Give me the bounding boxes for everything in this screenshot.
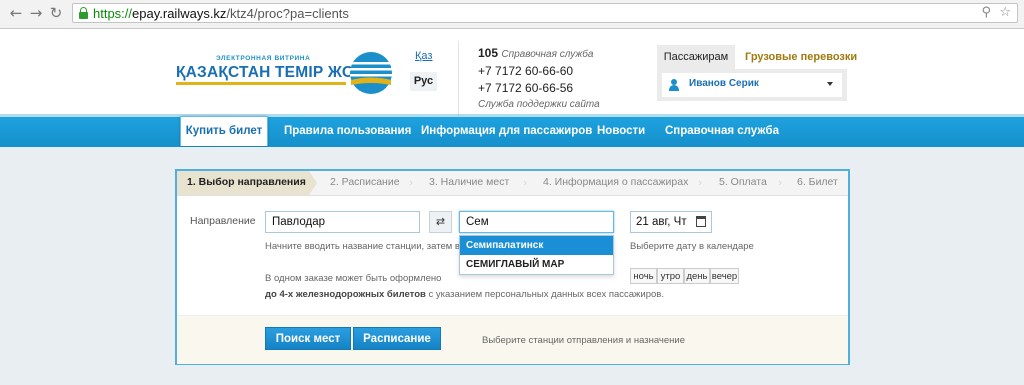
step-1-active: 1. Выбор направления [177, 171, 309, 195]
language-rus-button[interactable]: Рус [410, 72, 437, 91]
tab-cargo[interactable]: Грузовые перевозки [745, 45, 857, 69]
direction-label: Направление [190, 215, 256, 227]
schedule-button[interactable]: Расписание [353, 327, 441, 350]
zoom-icon[interactable]: ⚲ [981, 5, 991, 20]
time-day-button[interactable]: день [684, 268, 710, 284]
step-arrow-icon [309, 171, 317, 195]
station-hint: Начните вводить название станции, затем … [265, 241, 489, 252]
to-station-input[interactable]: Сем [459, 211, 614, 233]
time-evening-button[interactable]: вечер [710, 268, 739, 284]
nav-help-desk[interactable]: Справочная служба [665, 125, 779, 137]
date-hint: Выберите дату в календаре [630, 241, 754, 252]
lock-icon [79, 7, 88, 19]
nav-buy-ticket[interactable]: Купить билет [180, 116, 268, 146]
user-select[interactable]: Иванов Серик [662, 73, 842, 97]
footer-hint: Выберите станции отправления и назначени… [482, 335, 686, 346]
order-hint-line1: В одном заказе может быть оформлено [265, 273, 442, 284]
step-4: 4. Информация о пассажирах [543, 176, 689, 188]
search-seats-button[interactable]: Поиск мест [265, 327, 351, 350]
logo-subtitle: ЭЛЕКТРОННАЯ ВИТРИНА [216, 55, 311, 62]
header-divider [458, 41, 459, 116]
user-icon [669, 79, 679, 91]
date-picker-input[interactable]: 21 авг, Чт [630, 211, 712, 233]
phone-2: +7 7172 60-66-56 [478, 81, 574, 95]
step-separator-icon: › [698, 176, 703, 189]
tab-passengers[interactable]: Пассажирам [657, 45, 735, 69]
station-suggestions: Семипалатинск СЕМИГЛАВЫЙ МАР [459, 235, 614, 275]
swap-icon: ⇄ [435, 215, 446, 228]
browser-toolbar: ← → ↻ https://epay.railways.kz/ktz4/proc… [0, 0, 1024, 29]
swap-stations-button[interactable]: ⇄ [429, 211, 452, 233]
address-bar[interactable]: https://epay.railways.kz/ktz4/proc?pa=cl… [72, 3, 1018, 23]
step-5: 5. Оплата [719, 176, 767, 188]
content-area: 1. Выбор направления 2. Расписание › 3. … [0, 147, 1024, 385]
site-header: ЭЛЕКТРОННАЯ ВИТРИНА ҚАЗАҚСТАН ТЕМІР ЖОЛЫ… [0, 29, 1024, 117]
chevron-down-icon [827, 82, 833, 86]
time-night-button[interactable]: ночь [630, 268, 657, 284]
ktzh-logo[interactable]: ЭЛЕКТРОННАЯ ВИТРИНА ҚАЗАҚСТАН ТЕМІР ЖОЛЫ [176, 51, 392, 105]
booking-steps: 1. Выбор направления 2. Расписание › 3. … [177, 171, 848, 196]
url-text: https://epay.railways.kz/ktz4/proc?pa=cl… [93, 6, 349, 21]
user-name: Иванов Серик [689, 78, 759, 89]
step-separator-icon: › [778, 176, 783, 189]
from-station-input[interactable]: Павлодар [265, 211, 420, 233]
logo-gold-line [176, 82, 346, 85]
user-menu[interactable]: Иванов Серик [657, 69, 847, 101]
nav-rules[interactable]: Правила пользования [284, 125, 411, 137]
main-nav: Купить билет Правила пользования Информа… [0, 114, 1024, 147]
step-separator-icon: › [523, 176, 528, 189]
reload-icon[interactable]: ↻ [48, 5, 64, 21]
logo-emblem-icon [350, 52, 392, 94]
booking-panel: 1. Выбор направления 2. Расписание › 3. … [175, 169, 850, 365]
date-value: 21 авг, Чт [636, 216, 687, 228]
support-line: 105 Справочная служба [478, 46, 594, 60]
forward-arrow-icon[interactable]: → [28, 5, 44, 21]
phone-1: +7 7172 60-66-60 [478, 64, 574, 78]
back-arrow-icon[interactable]: ← [8, 5, 24, 21]
step-3: 3. Наличие мест [429, 176, 510, 188]
site-support-label: Служба поддержки сайта [478, 99, 600, 110]
language-kaz-link[interactable]: Қаз [415, 50, 432, 62]
step-separator-icon: › [409, 176, 414, 189]
calendar-icon[interactable] [696, 216, 706, 227]
suggestion-item[interactable]: СЕМИГЛАВЫЙ МАР [460, 255, 613, 274]
step-2: 2. Расписание [330, 176, 400, 188]
order-hint-line2: до 4-х железнодорожных билетов с указани… [265, 289, 664, 300]
star-icon[interactable]: ☆ [999, 5, 1011, 20]
step-6: 6. Билет [797, 176, 838, 188]
time-morning-button[interactable]: утро [657, 268, 684, 284]
nav-passenger-info[interactable]: Информация для пассажиров [421, 125, 592, 137]
nav-news[interactable]: Новости [597, 125, 645, 137]
suggestion-item[interactable]: Семипалатинск [460, 236, 613, 255]
